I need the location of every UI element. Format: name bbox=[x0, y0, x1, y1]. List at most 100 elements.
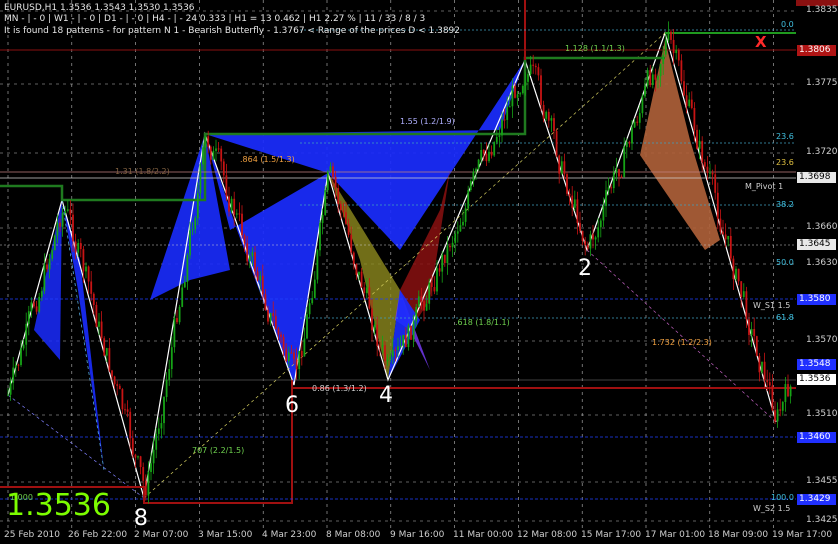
candle-body bbox=[92, 293, 95, 305]
x-tick: 4 Mar 23:00 bbox=[262, 530, 317, 540]
candle-body bbox=[321, 214, 324, 224]
candle-body bbox=[787, 384, 789, 397]
candle-body bbox=[381, 345, 384, 347]
chart-grid bbox=[0, 0, 796, 528]
candle-body bbox=[51, 250, 54, 259]
candle-body bbox=[248, 256, 251, 262]
candle-body bbox=[319, 223, 321, 251]
candle-body bbox=[220, 148, 223, 162]
y-tick: 1.3510 bbox=[806, 409, 838, 419]
candle-body bbox=[677, 50, 680, 61]
candle-body bbox=[74, 241, 77, 253]
point-label-4: 4 bbox=[379, 383, 393, 408]
candle-body bbox=[506, 106, 509, 120]
candle-body bbox=[350, 234, 353, 253]
candle-body bbox=[480, 149, 483, 160]
candle-body bbox=[646, 70, 649, 86]
candle-body bbox=[363, 287, 366, 294]
candle-body bbox=[209, 146, 212, 160]
chart-canvas[interactable] bbox=[0, 0, 838, 544]
candle-body bbox=[659, 63, 662, 77]
candle-body bbox=[482, 149, 485, 154]
candle-body bbox=[163, 397, 165, 424]
price-box-current: 1.3536 bbox=[797, 374, 836, 385]
candle-body bbox=[657, 76, 659, 80]
fib-label: 100.0 bbox=[771, 493, 794, 502]
candle-body bbox=[285, 349, 288, 362]
candle-body bbox=[607, 187, 610, 191]
candle-body bbox=[230, 198, 233, 212]
price-chart[interactable]: EURUSD,H1 1.3536 1.3543 1.3530 1.3536 MN… bbox=[0, 0, 838, 544]
candle-body bbox=[98, 321, 100, 327]
candle-body bbox=[672, 39, 675, 54]
candle-body bbox=[443, 254, 446, 264]
candle-body bbox=[789, 386, 792, 397]
candle-body bbox=[683, 81, 685, 96]
candle-body bbox=[235, 213, 238, 215]
candle-body bbox=[698, 140, 701, 149]
candle-body bbox=[631, 127, 633, 144]
candle-body bbox=[589, 234, 592, 249]
candle-body bbox=[469, 181, 472, 191]
fib-label: 38.2 bbox=[776, 200, 794, 209]
candle-body bbox=[178, 306, 181, 323]
ratio-note: .618 (1.8/1.1) bbox=[455, 318, 510, 327]
candle-body bbox=[165, 379, 168, 398]
candle-body bbox=[152, 449, 155, 464]
candle-body bbox=[586, 245, 589, 249]
candle-body bbox=[35, 306, 38, 312]
trend-dash-4 bbox=[61, 199, 105, 471]
y-tick: 1.3835 bbox=[806, 5, 838, 15]
candle-body bbox=[727, 235, 730, 240]
candle-body bbox=[53, 235, 56, 251]
candle-body bbox=[155, 433, 158, 450]
candle-body bbox=[17, 364, 20, 366]
candle-body bbox=[573, 199, 576, 208]
candle-body bbox=[386, 359, 389, 362]
candle-body bbox=[636, 121, 639, 123]
x-tick: 25 Feb 2010 bbox=[4, 530, 61, 540]
candle-body bbox=[256, 271, 259, 281]
candle-body bbox=[280, 334, 282, 337]
candle-body bbox=[183, 281, 186, 288]
candle-body bbox=[579, 222, 581, 231]
candle-body bbox=[274, 316, 277, 329]
candle-body bbox=[521, 85, 524, 94]
pivot-label: W_S1 1.5 bbox=[753, 301, 791, 310]
candle-body bbox=[415, 306, 418, 322]
candle-body bbox=[217, 148, 220, 150]
x-tick: 15 Mar 17:00 bbox=[581, 530, 642, 540]
candle-body bbox=[410, 325, 412, 340]
candle-body bbox=[332, 166, 334, 178]
price-box-red: 1.3806 bbox=[797, 45, 836, 56]
y-tick: 1.3775 bbox=[806, 78, 838, 88]
candle-body bbox=[207, 136, 210, 147]
candle-body bbox=[428, 282, 431, 304]
candle-body bbox=[170, 347, 173, 370]
candle-body bbox=[313, 279, 316, 299]
candle-body bbox=[308, 303, 311, 315]
candle-body bbox=[347, 223, 350, 235]
candle-body bbox=[763, 361, 766, 381]
candle-body bbox=[514, 85, 516, 98]
candle-body bbox=[259, 275, 262, 281]
x-tick: 19 Mar 17:00 bbox=[772, 530, 833, 540]
candle-body bbox=[142, 467, 145, 481]
candle-body bbox=[287, 352, 290, 362]
candle-body bbox=[755, 336, 758, 356]
candle-body bbox=[290, 352, 293, 354]
candle-body bbox=[571, 195, 574, 208]
candle-body bbox=[238, 213, 241, 215]
candle-body bbox=[430, 282, 433, 288]
candle-body bbox=[82, 249, 85, 272]
candle-body bbox=[532, 64, 535, 66]
candle-body bbox=[121, 389, 124, 410]
current-price-display: 1.3536 bbox=[6, 488, 111, 523]
candle-body bbox=[402, 335, 405, 346]
candle-body bbox=[118, 385, 121, 390]
candle-body bbox=[644, 85, 646, 97]
candle-body bbox=[79, 242, 82, 250]
candle-body bbox=[204, 136, 207, 148]
sell-signal-marker[interactable]: X bbox=[755, 33, 767, 51]
candle-body bbox=[43, 264, 46, 292]
